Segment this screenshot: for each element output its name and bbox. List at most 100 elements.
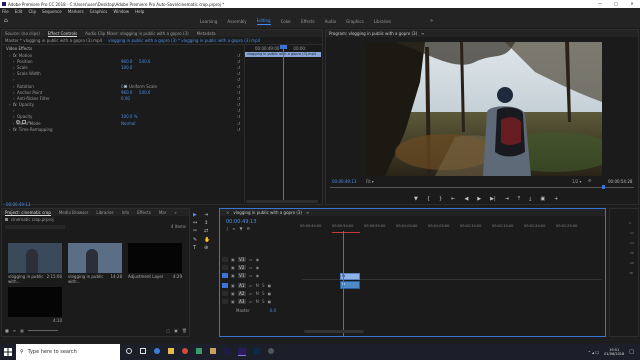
linked-icon[interactable]: ∞	[232, 226, 235, 231]
rolling-edit-icon[interactable]: ↕	[204, 220, 214, 227]
workspace-tab-libraries[interactable]: Libraries	[374, 19, 391, 24]
steam-icon[interactable]	[268, 348, 274, 354]
go-to-out-icon[interactable]: ⇥	[505, 196, 509, 202]
settings-icon[interactable]: ⚙	[588, 178, 592, 183]
mute-button[interactable]: M	[256, 291, 259, 296]
workspace-tab-assembly[interactable]: Assembly	[227, 19, 246, 24]
track-label[interactable]: V3	[237, 257, 246, 262]
razor-tool-icon[interactable]: ✂	[193, 228, 203, 235]
snap-icon[interactable]: ∫	[226, 226, 228, 231]
timeline-tab[interactable]: vlogging in public with a gopro (3)	[233, 210, 302, 215]
sync-lock-icon[interactable]: ▭	[249, 257, 253, 262]
workspace-tab-graphics[interactable]: Graphics	[346, 19, 364, 24]
solo-button[interactable]: S	[262, 291, 265, 296]
sync-lock-icon[interactable]: ▭	[249, 299, 253, 304]
sync-lock-icon[interactable]: ▭	[249, 273, 253, 278]
reset-icon[interactable]: ↺	[237, 102, 240, 107]
track-target-toggle[interactable]	[222, 265, 228, 270]
lock-icon[interactable]: ▣	[231, 283, 235, 288]
work-area-bar[interactable]	[332, 232, 360, 233]
task-view-icon[interactable]	[140, 348, 146, 354]
effect-value[interactable]: 960.0	[121, 90, 132, 95]
menu-item-clip[interactable]: Clip	[28, 9, 36, 14]
disclosure-triangle-icon[interactable]: ›	[13, 108, 17, 113]
reset-icon[interactable]: ↺	[237, 59, 240, 64]
effect-value[interactable]: 960.0	[121, 59, 132, 64]
icon-view-icon[interactable]: ▦	[20, 328, 24, 333]
reset-icon[interactable]: ↺	[237, 127, 240, 132]
maximize-button[interactable]: □	[608, 0, 624, 8]
wrench-icon[interactable]: ⚙	[247, 226, 251, 231]
tray-icons[interactable]: ⌃ ▴ ☐	[588, 350, 600, 355]
lock-icon[interactable]: ▣	[231, 273, 235, 278]
zoom-tool-icon[interactable]: ⊕	[204, 245, 214, 252]
mic-icon[interactable]: ●	[268, 283, 272, 288]
effect-value[interactable]: 540.0	[139, 90, 150, 95]
workspace-tab-audio[interactable]: Audio	[325, 19, 336, 24]
lift-icon[interactable]: ⤒	[518, 196, 520, 202]
ripple-edit-icon[interactable]: ↔	[193, 220, 203, 227]
sync-lock-icon[interactable]: ▭	[249, 291, 253, 296]
effect-value[interactable]: 100.0	[121, 65, 132, 70]
eye-icon[interactable]: ◉	[256, 257, 260, 262]
workspace-tab-color[interactable]: Color	[281, 19, 291, 24]
ec-playhead[interactable]	[283, 45, 284, 203]
program-scrubber[interactable]	[330, 187, 634, 188]
ec-scrollbar[interactable]	[246, 200, 318, 203]
minimize-button[interactable]: —	[592, 0, 608, 8]
reset-icon[interactable]: ↺	[237, 77, 240, 82]
list-view-icon[interactable]: ≡	[13, 328, 16, 333]
track-target-toggle[interactable]	[222, 283, 228, 288]
reset-icon[interactable]: ↺	[237, 71, 240, 76]
effect-value[interactable]: 0.00	[121, 96, 130, 101]
step-forward-icon[interactable]: ▶|	[490, 196, 496, 202]
taskbar-search[interactable]: ⚲ Type here to search	[16, 344, 120, 360]
reset-icon[interactable]: ↺	[237, 108, 240, 113]
lock-icon[interactable]: ▣	[231, 291, 235, 296]
step-back-icon[interactable]: ◀	[464, 196, 468, 202]
solo-button[interactable]: S	[262, 283, 265, 288]
marker-icon[interactable]: ▼	[239, 226, 242, 231]
eye-icon[interactable]: ◉	[256, 273, 260, 278]
mark-out-icon[interactable]: }	[439, 196, 442, 202]
rect-mask-icon[interactable]	[22, 120, 26, 124]
track-label[interactable]: V2	[237, 265, 246, 270]
workspace-tab-editing[interactable]: Editing	[256, 18, 271, 25]
project-tabs-more-icon[interactable]: »	[174, 210, 176, 215]
effect-value[interactable]: Normal	[121, 121, 135, 126]
project-tab[interactable]: Effects	[137, 210, 151, 215]
project-item-thumbnail[interactable]	[128, 243, 182, 273]
add-marker-icon[interactable]: ▼	[414, 196, 418, 202]
menu-item-file[interactable]: File	[2, 9, 9, 14]
program-playhead[interactable]	[602, 185, 605, 189]
workspace-tab-effects[interactable]: Effects	[301, 19, 315, 24]
explorer-icon[interactable]	[168, 348, 174, 354]
menu-item-sequence[interactable]: Sequence	[42, 9, 62, 14]
hand-tool-icon[interactable]: ✋	[204, 237, 214, 244]
project-item[interactable]: vlogging in public with... 14:28	[68, 243, 122, 284]
project-tab[interactable]: Media Browser	[59, 210, 89, 215]
project-item-thumbnail[interactable]	[8, 287, 62, 317]
track-target-toggle[interactable]	[222, 257, 228, 262]
panel-tab[interactable]: Metadata	[197, 31, 216, 36]
mic-icon[interactable]: ●	[268, 291, 272, 296]
chrome-icon[interactable]	[182, 348, 188, 354]
zoom-slider[interactable]	[27, 330, 58, 331]
uniform-scale-checkbox[interactable]	[124, 85, 127, 88]
effect-value[interactable]: 100.0 %	[121, 114, 138, 119]
trash-icon[interactable]: 🗑	[182, 328, 187, 333]
track-target-toggle[interactable]	[222, 299, 228, 304]
track-label[interactable]: V1	[237, 273, 246, 278]
workspace-more-icon[interactable]: »	[430, 18, 433, 24]
extract-icon[interactable]: ⤓	[529, 196, 531, 202]
clip-label[interactable]: vlogging in public with a gopro (3) * vl…	[108, 38, 260, 43]
notifications-icon[interactable]: □	[629, 349, 634, 355]
new-bin-icon[interactable]: □	[166, 328, 170, 333]
selection-tool-icon[interactable]: ▶	[193, 212, 203, 219]
project-item-thumbnail[interactable]	[8, 243, 62, 273]
project-search-field[interactable]	[5, 224, 65, 229]
slip-tool-icon[interactable]: ⇄	[204, 228, 214, 235]
menu-item-markers[interactable]: Markers	[68, 9, 84, 14]
lock-icon[interactable]: ▣	[231, 265, 235, 270]
track-label[interactable]: A1	[237, 283, 246, 288]
